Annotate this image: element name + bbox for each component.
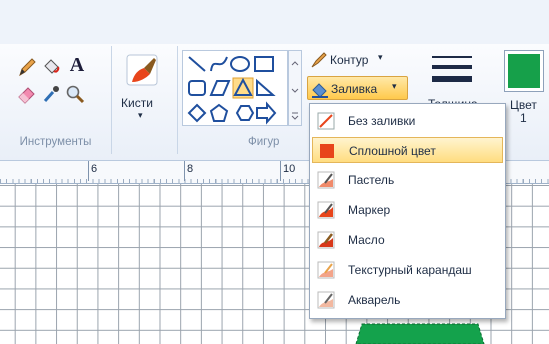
line-width-icon[interactable] [432,52,472,88]
color1-swatch-frame[interactable] [504,50,544,92]
pencil-icon[interactable] [16,56,38,78]
menu-item-label: Текстурный карандаш [348,263,472,277]
trapezoid-shape[interactable] [350,318,490,344]
menu-item-crayon[interactable]: Пастель [312,167,503,193]
outline-brush-icon [311,52,327,68]
no-fill-icon [317,112,335,130]
brushes-label[interactable]: Кисти [121,96,153,110]
menu-item-label: Без заливки [348,114,416,128]
menu-item-textured-pencil[interactable]: Текстурный карандаш [312,257,503,283]
color1-swatch [508,54,540,88]
shapes-gallery-scroll[interactable] [288,50,302,126]
title-bar-strip [0,0,549,44]
pencil-texture-icon [317,261,335,279]
outline-button[interactable]: Контур ▾ [310,50,420,70]
ruler-label-6: 6 [91,163,98,175]
brushes-group: Кисти ▾ [112,46,178,154]
menu-item-solid-color[interactable]: Сплошной цвет [312,137,503,163]
menu-item-marker[interactable]: Маркер [312,197,503,223]
color1-number: 1 [520,111,527,125]
outline-dropdown-arrow: ▾ [378,52,383,62]
watercolor-icon [317,291,335,309]
ruler-tick-8 [184,161,185,181]
shapes-gallery [182,50,288,126]
marker-icon [317,201,335,219]
menu-item-label: Пастель [348,173,395,187]
color1-group: Цвет 1 [500,48,549,148]
menu-item-label: Масло [348,233,385,247]
oil-icon [317,231,335,249]
tools-group: A Инструменты [0,46,112,154]
fill-bucket-icon[interactable] [40,56,62,78]
tools-group-label: Инструменты [19,136,92,148]
fill-dropdown-menu: Без заливки Сплошной цвет Пастель Маркер… [309,103,506,319]
menu-item-label: Маркер [348,203,391,217]
fill-dropdown-arrow: ▾ [392,81,397,91]
text-tool-icon[interactable]: A [66,54,88,76]
magnifier-icon[interactable] [64,83,86,105]
color-picker-icon[interactable] [40,83,62,105]
shapes-gallery-icons[interactable] [183,51,287,125]
menu-item-no-fill[interactable]: Без заливки [312,108,503,134]
menu-item-label: Акварель [348,293,401,307]
brushes-dropdown-arrow[interactable]: ▾ [138,110,143,121]
solid-color-icon [320,144,334,158]
ruler-label-8: 8 [187,163,194,175]
menu-item-watercolor[interactable]: Акварель [312,287,503,313]
ruler-tick-6 [88,161,89,181]
fill-button[interactable]: Заливка ▾ [307,76,408,100]
fill-label: Заливка [331,82,378,96]
menu-item-label: Сплошной цвет [349,144,436,158]
eraser-icon[interactable] [16,83,38,105]
ruler-label-10: 10 [283,163,296,175]
crayon-icon [317,171,335,189]
fill-bucket-small-icon [312,83,328,98]
menu-item-oil[interactable]: Масло [312,227,503,253]
brushes-icon[interactable] [124,52,160,88]
color1-label[interactable]: Цвет [510,98,537,112]
outline-label: Контур [330,53,369,67]
ruler-tick-10 [280,161,281,181]
